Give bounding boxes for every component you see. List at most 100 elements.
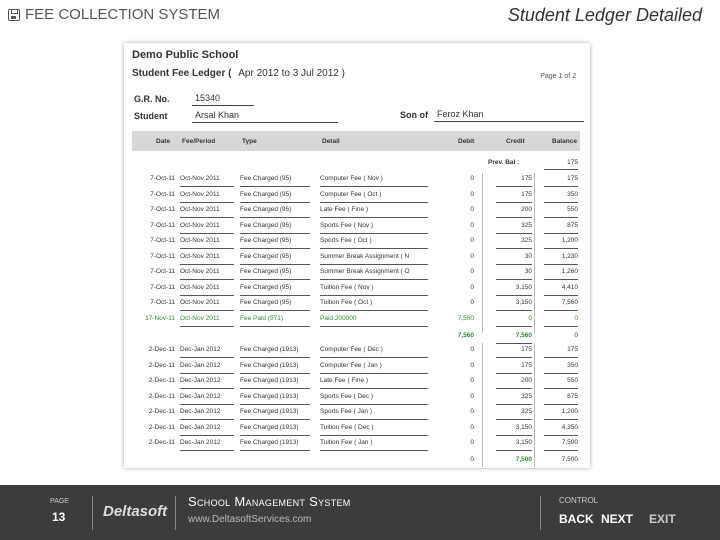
table-row: 2-Dec-11 Dec-Jan 2012 Fee Charged (1913) Co… <box>132 359 580 374</box>
control-label: CONTROL <box>559 496 599 505</box>
detail-cell: Summer Break Assignment ( N <box>320 253 428 265</box>
subtotal-balance: 0 <box>574 332 578 339</box>
type-cell: Fee Charged (95) <box>240 206 310 218</box>
gr-number-value: 15340 <box>192 93 254 106</box>
date-cell: 2-Dec-11 <box>148 392 175 400</box>
period-cell: Dec-Jan 2012 <box>180 362 234 374</box>
detail-cell: Sports Fee ( Nov ) <box>320 222 428 234</box>
detail-cell: Late Fee ( Fine ) <box>320 377 428 389</box>
credit-cell: 175 <box>496 346 532 358</box>
date-cell: 7-Oct-11 <box>150 268 175 275</box>
type-cell: Fee Charged (1913) <box>240 424 310 436</box>
credit-cell: 3,150 <box>496 424 532 436</box>
period-cell: Oct-Nov 2011 <box>180 206 234 218</box>
father-name-value: Feroz Khan <box>434 109 584 122</box>
debit-cell: 0 <box>470 221 474 229</box>
credit-cell: 175 <box>496 175 532 187</box>
table-row: 7-Oct-11 Oct-Nov 2011 Fee Charged (95) Comp… <box>132 172 580 187</box>
date-cell: 2-Dec-11 <box>148 439 175 446</box>
credit-cell: 30 <box>496 253 532 265</box>
period-cell: Oct-Nov 2011 <box>180 191 234 203</box>
detail-cell: Computer Fee ( Nov ) <box>320 175 428 187</box>
balance-cell: 550 <box>544 206 578 218</box>
period-cell: Dec-Jan 2012 <box>180 424 234 436</box>
ledger-date-range: Apr 2012 to 3 Jul 2012 ) <box>238 68 345 79</box>
period-cell: Oct-Nov 2011 <box>180 253 234 265</box>
type-cell: Fee Charged (1913) <box>240 393 310 405</box>
type-cell: Fee Charged (1913) <box>240 439 310 451</box>
credit-cell: 30 <box>496 268 532 280</box>
period-cell: Dec-Jan 2012 <box>180 377 234 389</box>
debit-cell: 0 <box>470 439 474 446</box>
top-bar: FEE COLLECTION SYSTEM Student Ledger Det… <box>0 0 720 34</box>
subtotal-row: 7,560 7,560 0 <box>132 329 580 344</box>
period-cell: Oct-Nov 2011 <box>180 315 234 327</box>
credit-cell: 200 <box>496 206 532 218</box>
detail-cell: Sports Fee ( Jan ) <box>320 408 428 420</box>
credit-cell: 325 <box>496 393 532 405</box>
debit-cell: 0 <box>470 361 474 369</box>
system-name: School Management System <box>188 494 351 509</box>
next-button[interactable]: NEXT <box>601 512 633 526</box>
ledger-title-text: Student Fee Ledger ( <box>132 68 232 79</box>
date-cell: 7-Oct-11 <box>150 299 175 306</box>
detail-cell: Computer Fee ( Oct ) <box>320 191 428 203</box>
school-name: Demo Public School <box>132 49 239 61</box>
col-balance: Balance <box>552 138 577 145</box>
table-row: 2-Dec-11 Dec-Jan 2012 Fee Charged (1913) Co… <box>132 343 580 358</box>
detail-cell: Tuition Fee ( Dec ) <box>320 424 428 436</box>
balance-cell: 875 <box>544 393 578 405</box>
credit-cell: 325 <box>496 222 532 234</box>
credit-cell: 200 <box>496 377 532 389</box>
balance-cell: 1,230 <box>544 253 578 265</box>
credit-cell: 175 <box>496 362 532 374</box>
footer-divider <box>540 496 541 530</box>
table-row: 2-Dec-11 Dec-Jan 2012 Fee Charged (1913) Sp… <box>132 405 580 420</box>
type-cell: Fee Paid (571) <box>240 315 310 327</box>
date-cell: 2-Dec-11 <box>148 408 175 415</box>
prev-bal-label: Prev. Bal : <box>488 159 520 166</box>
type-cell: Fee Charged (95) <box>240 237 310 249</box>
col-debit: Debit <box>458 138 475 145</box>
debit-cell: 0 <box>470 346 474 353</box>
date-cell: 2-Dec-11 <box>148 377 175 384</box>
credit-cell: 175 <box>496 191 532 203</box>
total-balance: 7,500 <box>561 456 578 463</box>
table-row: 17-Nov-11 Oct-Nov 2011 Fee Paid (571) Paid … <box>132 312 580 327</box>
col-detail: Detail <box>322 138 340 145</box>
date-cell: 7-Oct-11 <box>150 190 175 198</box>
table-row: 2-Dec-11 Dec-Jan 2012 Fee Charged (1913) Tu… <box>132 436 580 451</box>
period-cell: Dec-Jan 2012 <box>180 408 234 420</box>
period-cell: Dec-Jan 2012 <box>180 439 234 451</box>
floppy-disk-icon <box>8 8 20 21</box>
date-cell: 2-Dec-11 <box>148 346 175 353</box>
table-row: 7-Oct-11 Oct-Nov 2011 Fee Charged (95) Spor… <box>132 219 580 234</box>
table-row: 2-Dec-11 Dec-Jan 2012 Fee Charged (1913) Tu… <box>132 421 580 436</box>
credit-cell: 3,150 <box>496 284 532 296</box>
balance-cell: 4,350 <box>544 424 578 436</box>
balance-cell: 350 <box>544 362 578 374</box>
table-row: 7-Oct-11 Oct-Nov 2011 Fee Charged (95) Summ… <box>132 265 580 280</box>
student-label: Student <box>134 111 168 121</box>
back-button[interactable]: BACK <box>559 512 594 526</box>
date-cell: 2-Dec-11 <box>148 361 175 369</box>
type-cell: Fee Charged (95) <box>240 299 310 311</box>
date-cell: 7-Oct-11 <box>150 221 175 229</box>
footer-bar: PAGE 13 Deltasoft School Management Syst… <box>0 485 720 540</box>
col-credit: Credit <box>506 138 525 145</box>
period-cell: Oct-Nov 2011 <box>180 268 234 280</box>
date-cell: 7-Oct-11 <box>150 175 175 182</box>
debit-cell: 0 <box>470 190 474 198</box>
page-number: 13 <box>52 510 66 524</box>
exit-button[interactable]: EXIT <box>649 512 676 526</box>
table-row: 2-Dec-11 Dec-Jan 2012 Fee Charged (1913) Sp… <box>132 390 580 405</box>
table-row: 7-Oct-11 Oct-Nov 2011 Fee Charged (95) Summ… <box>132 250 580 265</box>
table-row: 7-Oct-11 Oct-Nov 2011 Fee Charged (95) Spor… <box>132 234 580 249</box>
previous-balance-row: Prev. Bal : 175 <box>132 157 580 171</box>
debit-cell: 0 <box>470 408 474 415</box>
date-cell: 7-Oct-11 <box>150 252 175 260</box>
column-divider <box>482 173 483 333</box>
type-cell: Fee Charged (95) <box>240 268 310 280</box>
table-row: 2-Dec-11 Dec-Jan 2012 Fee Charged (1913) La… <box>132 374 580 389</box>
balance-cell: 1,260 <box>544 268 578 280</box>
